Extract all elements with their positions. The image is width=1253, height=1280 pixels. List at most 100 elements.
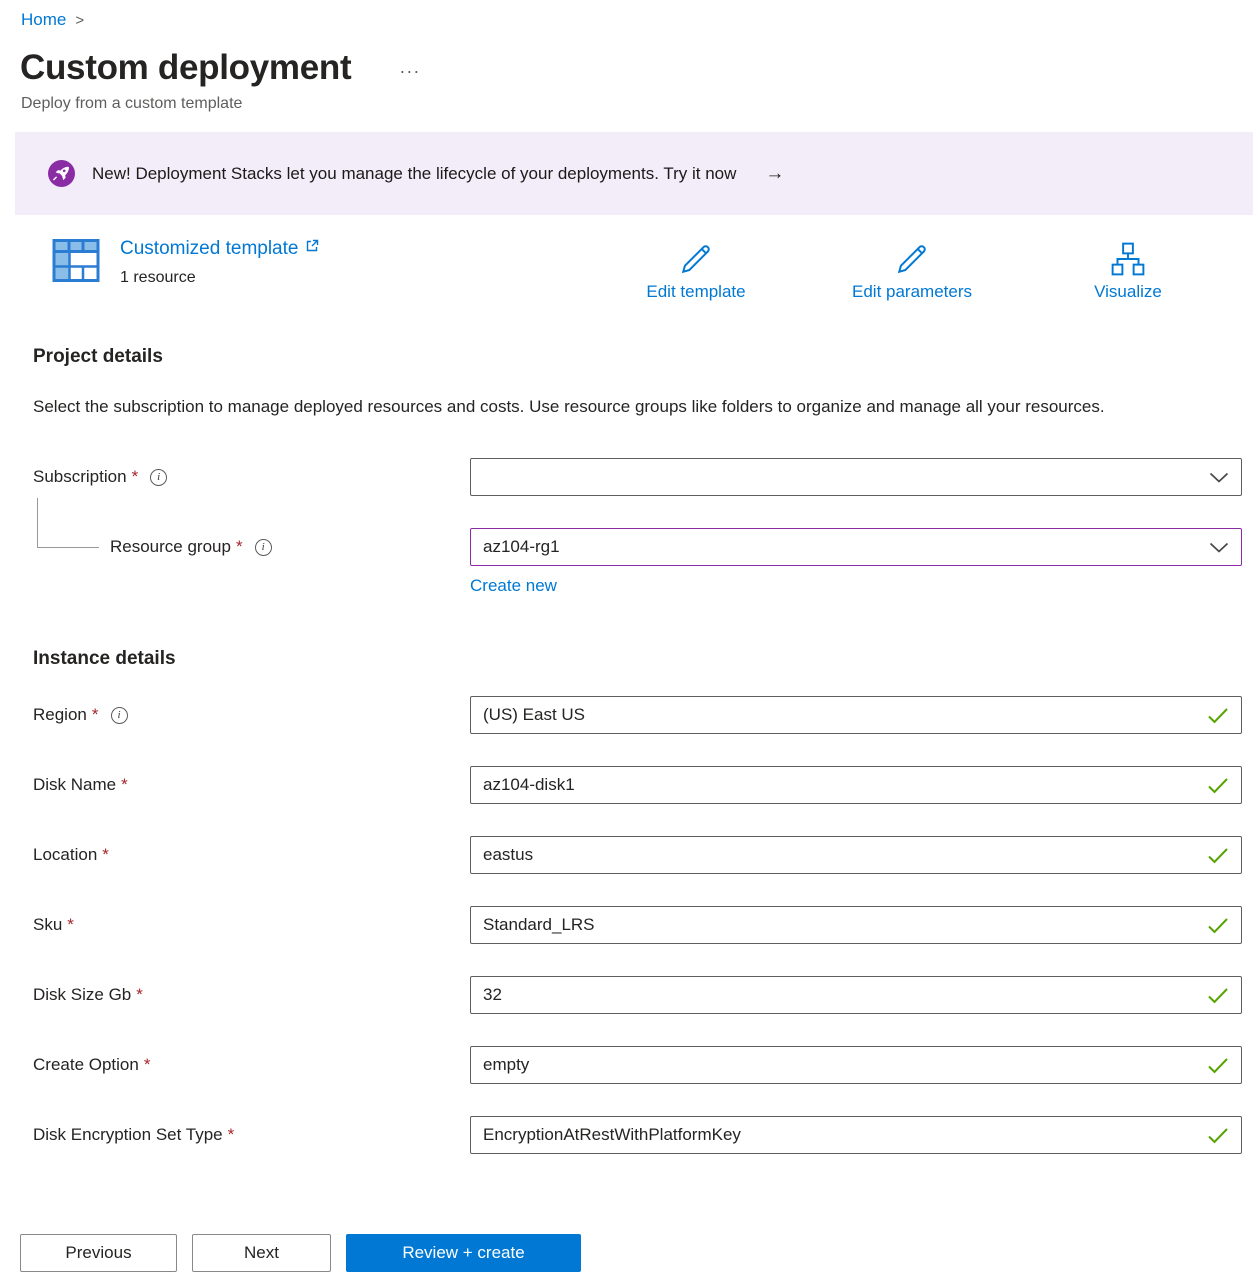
resource-count: 1 resource	[120, 269, 319, 287]
required-marker: *	[102, 845, 109, 865]
edit-template-label: Edit template	[646, 282, 745, 302]
location-input[interactable]: eastus	[470, 836, 1242, 874]
create-option-input[interactable]: empty	[470, 1046, 1242, 1084]
disk-size-label-group: Disk Size Gb *	[33, 985, 470, 1005]
info-icon[interactable]: i	[255, 539, 272, 556]
template-row: Customized template 1 resource	[52, 238, 1236, 302]
subscription-field-row: Subscription * i	[33, 458, 1253, 496]
disk-encryption-set-type-field-row: Disk Encryption Set Type * EncryptionAtR…	[33, 1116, 1253, 1154]
chevron-down-icon	[1209, 542, 1229, 553]
pencil-icon	[894, 241, 930, 277]
required-marker: *	[121, 775, 128, 795]
resource-group-field-row: Resource group * i az104-rg1	[33, 528, 1253, 566]
required-marker: *	[67, 915, 74, 935]
breadcrumb-home-link[interactable]: Home	[21, 10, 66, 30]
sku-field-row: Sku * Standard_LRS	[33, 906, 1253, 944]
disk-size-input[interactable]: 32	[470, 976, 1242, 1014]
external-link-icon	[305, 239, 319, 253]
valid-check-icon	[1207, 1057, 1229, 1074]
breadcrumb: Home >	[0, 0, 1253, 30]
project-details-title: Project details	[33, 346, 1253, 368]
edit-parameters-button[interactable]: Edit parameters	[804, 238, 1020, 302]
required-marker: *	[132, 467, 139, 487]
region-field-row: Region * i (US) East US	[33, 696, 1253, 734]
instance-details-title: Instance details	[33, 648, 1253, 670]
valid-check-icon	[1207, 847, 1229, 864]
next-button[interactable]: Next	[192, 1234, 331, 1272]
resource-group-value: az104-rg1	[483, 537, 560, 557]
disk-name-input[interactable]: az104-disk1	[470, 766, 1242, 804]
tree-connector-line	[37, 498, 99, 548]
chevron-down-icon	[1209, 472, 1229, 483]
create-option-field-row: Create Option * empty	[33, 1046, 1253, 1084]
region-label: Region	[33, 705, 87, 725]
create-new-link[interactable]: Create new	[470, 576, 557, 596]
page-subtitle: Deploy from a custom template	[21, 95, 1253, 113]
resource-group-label: Resource group	[110, 537, 231, 557]
disk-name-label: Disk Name	[33, 775, 116, 795]
arrow-right-icon[interactable]: →	[765, 163, 784, 185]
sku-value: Standard_LRS	[483, 915, 595, 935]
sku-label: Sku	[33, 915, 62, 935]
valid-check-icon	[1207, 987, 1229, 1004]
create-option-label-group: Create Option *	[33, 1055, 470, 1075]
edit-template-button[interactable]: Edit template	[588, 238, 804, 302]
previous-button[interactable]: Previous	[20, 1234, 177, 1272]
rocket-icon	[48, 160, 75, 187]
location-label: Location	[33, 845, 97, 865]
disk-encryption-value: EncryptionAtRestWithPlatformKey	[483, 1125, 741, 1145]
disk-size-field-row: Disk Size Gb * 32	[33, 976, 1253, 1014]
info-icon[interactable]: i	[150, 469, 167, 486]
disk-name-value: az104-disk1	[483, 775, 575, 795]
project-details-description: Select the subscription to manage deploy…	[33, 392, 1183, 422]
sku-label-group: Sku *	[33, 915, 470, 935]
breadcrumb-separator-icon: >	[75, 12, 84, 29]
valid-check-icon	[1207, 917, 1229, 934]
create-option-label: Create Option	[33, 1055, 139, 1075]
customized-template-link[interactable]: Customized template	[120, 238, 319, 260]
deployment-stacks-banner: New! Deployment Stacks let you manage th…	[15, 132, 1253, 215]
region-label-group: Region * i	[33, 705, 470, 725]
resource-group-dropdown[interactable]: az104-rg1	[470, 528, 1242, 566]
valid-check-icon	[1207, 1127, 1229, 1144]
valid-check-icon	[1207, 707, 1229, 724]
more-options-button[interactable]: ···	[399, 61, 420, 82]
location-value: eastus	[483, 845, 533, 865]
required-marker: *	[236, 537, 243, 557]
required-marker: *	[136, 985, 143, 1005]
disk-name-label-group: Disk Name *	[33, 775, 470, 795]
edit-parameters-label: Edit parameters	[852, 282, 972, 302]
title-row: Custom deployment ···	[20, 48, 1253, 88]
region-value: (US) East US	[483, 705, 585, 725]
sku-input[interactable]: Standard_LRS	[470, 906, 1242, 944]
disk-encryption-input[interactable]: EncryptionAtRestWithPlatformKey	[470, 1116, 1242, 1154]
template-actions: Edit template Edit parameters	[588, 238, 1236, 302]
org-chart-icon	[1110, 241, 1146, 277]
instance-details-form: Region * i (US) East US Disk Name *	[33, 696, 1253, 1154]
disk-size-label: Disk Size Gb	[33, 985, 131, 1005]
custom-deployment-page: Home > Custom deployment ··· Deploy from…	[0, 0, 1253, 1280]
disk-name-field-row: Disk Name * az104-disk1	[33, 766, 1253, 804]
template-link-label: Customized template	[120, 238, 298, 260]
pencil-icon	[678, 241, 714, 277]
wizard-footer: Previous Next Review + create	[0, 1205, 1253, 1280]
page-content: Home > Custom deployment ··· Deploy from…	[0, 0, 1253, 1205]
disk-size-value: 32	[483, 985, 502, 1005]
project-details-form: Subscription * i Resource group * i	[33, 458, 1253, 596]
required-marker: *	[92, 705, 99, 725]
review-create-button[interactable]: Review + create	[346, 1234, 581, 1272]
disk-encryption-label: Disk Encryption Set Type	[33, 1125, 223, 1145]
subscription-dropdown[interactable]	[470, 458, 1242, 496]
location-label-group: Location *	[33, 845, 470, 865]
visualize-button[interactable]: Visualize	[1020, 238, 1236, 302]
valid-check-icon	[1207, 777, 1229, 794]
location-field-row: Location * eastus	[33, 836, 1253, 874]
visualize-label: Visualize	[1094, 282, 1162, 302]
create-option-value: empty	[483, 1055, 529, 1075]
region-input[interactable]: (US) East US	[470, 696, 1242, 734]
info-icon[interactable]: i	[111, 707, 128, 724]
page-title: Custom deployment	[20, 48, 351, 88]
subscription-label: Subscription	[33, 467, 127, 487]
required-marker: *	[144, 1055, 151, 1075]
template-icon	[52, 238, 100, 283]
